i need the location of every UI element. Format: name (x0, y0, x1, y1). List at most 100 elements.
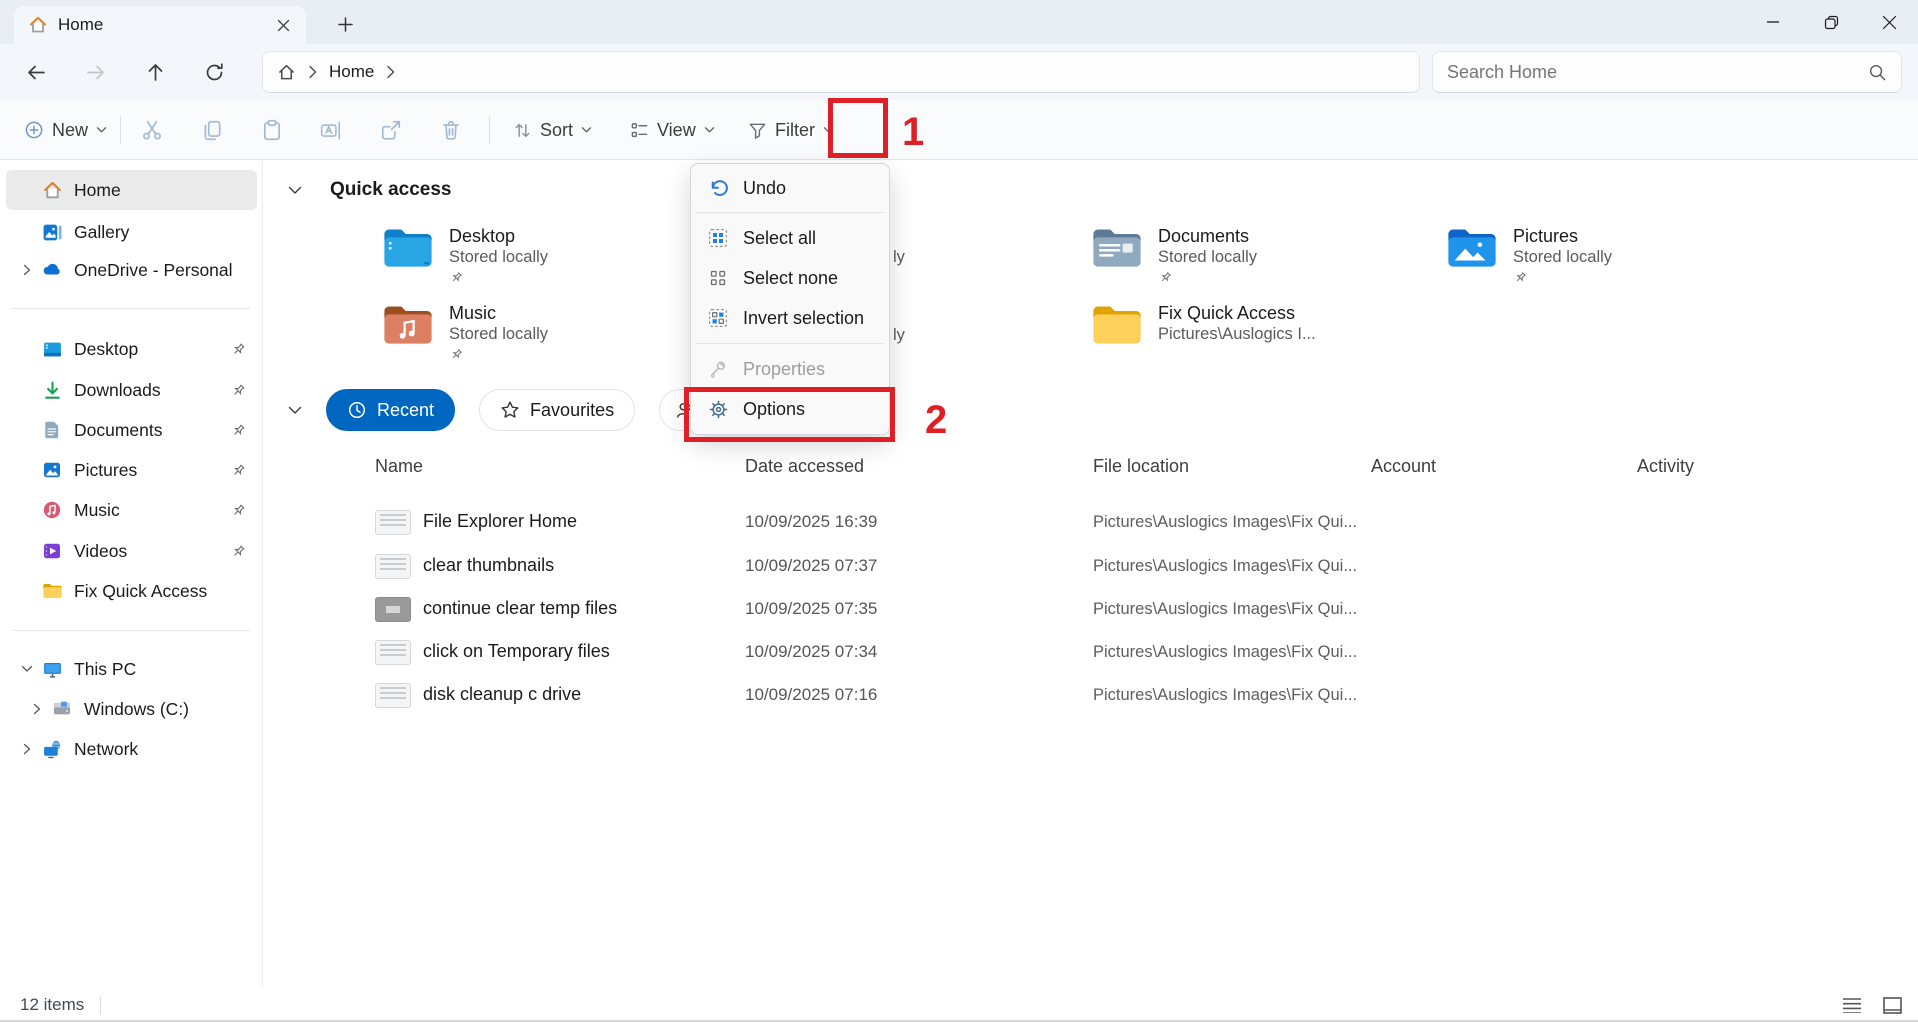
sort-button[interactable]: Sort (505, 113, 600, 147)
restore-button[interactable] (1802, 0, 1860, 44)
chevron-down-icon (581, 126, 592, 134)
tab-close-icon[interactable] (270, 12, 296, 38)
star-icon (500, 400, 520, 420)
downloads-icon (40, 379, 64, 401)
chevron-down-icon[interactable] (288, 186, 302, 195)
quick-access-tile-pictures[interactable]: Pictures Stored locally (1445, 225, 1775, 285)
toolbar-separator (120, 116, 121, 144)
delete-button[interactable] (433, 117, 469, 143)
folder-desktop-icon (381, 225, 435, 270)
chevron-right-icon[interactable] (14, 743, 40, 755)
sidebar-item-downloads[interactable]: Downloads (6, 370, 257, 410)
sidebar-item-label: Downloads (74, 380, 225, 401)
column-header-file-location[interactable]: File location (1093, 456, 1189, 477)
sidebar-item-gallery[interactable]: Gallery (6, 212, 257, 252)
chevron-right-icon[interactable] (14, 264, 40, 276)
content-area: Quick access Desktop Stored locally (264, 160, 1918, 988)
recent-pill[interactable]: Recent (326, 389, 455, 431)
table-row[interactable]: File Explorer Home 10/09/2025 16:39 Pict… (352, 501, 1898, 545)
sidebar-item-documents[interactable]: Documents (6, 410, 257, 450)
menu-item-properties[interactable]: Properties (695, 349, 885, 389)
view-button[interactable]: View (622, 113, 723, 147)
obscured-tile-text-fragment: ly (893, 326, 905, 345)
sidebar-item-pictures[interactable]: Pictures (6, 450, 257, 490)
table-row[interactable]: disk cleanup c drive 10/09/2025 07:16 Pi… (352, 674, 1898, 718)
column-header-activity[interactable]: Activity (1637, 456, 1694, 477)
sidebar-item-label: Network (74, 739, 257, 760)
pin-icon (1513, 270, 1612, 285)
breadcrumb-item[interactable]: Home (329, 62, 374, 82)
column-header-name[interactable]: Name (375, 456, 423, 477)
minimize-button[interactable] (1744, 0, 1802, 44)
quick-access-header[interactable]: Quick access (288, 174, 451, 206)
breadcrumb-home-icon[interactable] (277, 63, 296, 82)
rename-button[interactable] (313, 117, 349, 143)
tab-title: Home (58, 15, 260, 35)
menu-item-select-none[interactable]: Select none (695, 258, 885, 298)
large-thumbnails-view-icon[interactable] (1880, 993, 1904, 1017)
sidebar-item-home[interactable]: Home (6, 170, 257, 210)
forward-button[interactable] (77, 55, 113, 89)
filter-label: Filter (775, 120, 815, 141)
sidebar-item-fix-quick-access[interactable]: Fix Quick Access (6, 571, 257, 611)
menu-item-select-all[interactable]: Select all (695, 218, 885, 258)
pill-label: Favourites (530, 400, 614, 421)
quick-access-tile-desktop[interactable]: Desktop Stored locally (381, 225, 711, 285)
filter-button[interactable]: Filter (740, 113, 842, 147)
address-bar[interactable]: Home (262, 51, 1420, 93)
tile-subtitle: Stored locally (1158, 247, 1257, 268)
gallery-icon (40, 221, 64, 243)
column-header-date-accessed[interactable]: Date accessed (745, 456, 864, 477)
favourites-pill[interactable]: Favourites (479, 389, 635, 431)
pin-icon (225, 462, 251, 479)
quick-access-tile-music[interactable]: Music Stored locally (381, 302, 711, 362)
chevron-right-icon[interactable] (386, 65, 395, 79)
sidebar-item-onedrive[interactable]: OneDrive - Personal (6, 250, 257, 290)
chevron-down-icon[interactable] (288, 406, 302, 415)
back-button[interactable] (18, 55, 54, 89)
details-view-icon[interactable] (1840, 993, 1864, 1017)
quick-access-tile-fix-quick-access[interactable]: Fix Quick Access Pictures\Auslogics I... (1090, 302, 1420, 347)
search-icon[interactable] (1868, 63, 1887, 82)
videos-icon (40, 540, 64, 562)
folder-icon (40, 580, 64, 602)
sidebar-item-network[interactable]: Network (6, 729, 257, 769)
home-icon (40, 179, 64, 201)
tab-home[interactable]: Home (14, 6, 306, 44)
file-location: Pictures\Auslogics Images\Fix Qui... (1093, 686, 1357, 705)
network-icon (40, 738, 64, 760)
new-button[interactable]: New (16, 113, 115, 147)
up-button[interactable] (137, 55, 173, 89)
sidebar-item-videos[interactable]: Videos (6, 531, 257, 571)
quick-access-tile-documents[interactable]: Documents Stored locally (1090, 225, 1420, 285)
menu-separator (696, 343, 884, 344)
table-row[interactable]: click on Temporary files 10/09/2025 07:3… (352, 631, 1898, 675)
search-box[interactable] (1432, 51, 1902, 93)
tile-name: Pictures (1513, 225, 1612, 247)
sidebar-item-music[interactable]: Music (6, 490, 257, 530)
file-thumbnail (375, 510, 411, 535)
menu-item-invert-selection[interactable]: Invert selection (695, 298, 885, 338)
table-row[interactable]: continue clear temp files 10/09/2025 07:… (352, 588, 1898, 632)
new-tab-button[interactable] (330, 9, 360, 39)
cut-button[interactable] (134, 117, 170, 143)
column-header-account[interactable]: Account (1371, 456, 1436, 477)
paste-button[interactable] (254, 117, 290, 143)
share-button[interactable] (373, 117, 409, 143)
chevron-right-icon[interactable] (24, 703, 50, 715)
folder-yellow-icon (1090, 302, 1144, 347)
close-button[interactable] (1860, 0, 1918, 44)
table-row[interactable]: clear thumbnails 10/09/2025 07:37 Pictur… (352, 545, 1898, 589)
file-location: Pictures\Auslogics Images\Fix Qui... (1093, 643, 1357, 662)
menu-item-label: Properties (743, 359, 825, 380)
tile-subtitle: Stored locally (449, 324, 548, 345)
chevron-down-icon[interactable] (14, 665, 40, 673)
sidebar-item-this-pc[interactable]: This PC (6, 649, 257, 689)
menu-item-undo[interactable]: Undo (695, 169, 885, 207)
sidebar-item-label: Documents (74, 420, 225, 441)
search-input[interactable] (1447, 62, 1868, 83)
copy-button[interactable] (194, 117, 230, 143)
sidebar-item-desktop[interactable]: Desktop (6, 329, 257, 369)
refresh-button[interactable] (196, 55, 232, 89)
sidebar-item-windows-c[interactable]: Windows (C:) (6, 689, 257, 729)
